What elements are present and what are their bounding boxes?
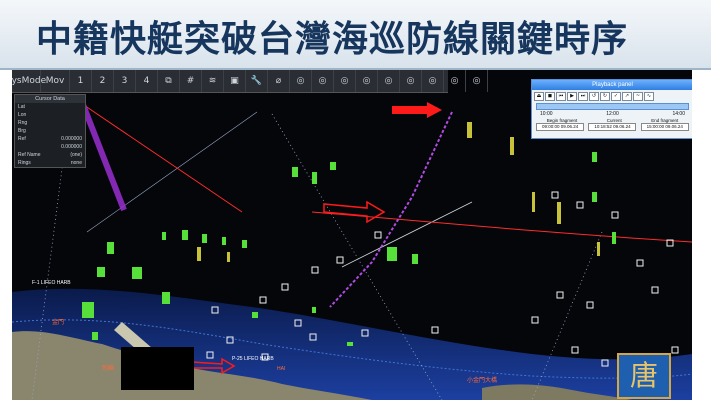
map-label: 金門 — [52, 318, 64, 326]
layer-2-button[interactable]: 2 — [92, 70, 114, 92]
fragment-time-field[interactable]: 15:00:00 09.06.24 — [640, 123, 689, 131]
radar-5-button[interactable]: ◎ — [378, 70, 400, 92]
cursor-panel-title: Cursor Data — [15, 95, 85, 103]
radar-screen: F-1 LIFEO HARB P-25 LIFEO HARB 金門 烈嶼 小金門… — [12, 70, 692, 400]
cursor-data-row: Ref Name (one) — [15, 151, 85, 159]
cursor-data-row: Rng — [15, 119, 85, 127]
playback-control-icon-7[interactable]: ✓ — [611, 92, 621, 101]
fragment-time-field[interactable]: 10:18:52 09.06.24 — [588, 123, 637, 131]
ntd-logo: 唐 — [617, 353, 671, 399]
radar-9-button[interactable]: ◎ — [466, 70, 488, 92]
timeline-tick: 12:00 — [606, 111, 619, 117]
timeline-ticks: 10:00 12:00 14:00 — [532, 111, 692, 117]
main-toolbar: SysModeMov1234⧉#≋▣🔧⌀◎◎◎◎◎◎◎◎◎ — [12, 70, 488, 93]
layer-4-button[interactable]: 4 — [136, 70, 158, 92]
measure-button[interactable]: ⌀ — [268, 70, 290, 92]
layer-1-button[interactable]: 1 — [70, 70, 92, 92]
title-banner: 中籍快艇突破台灣海巡防線關鍵時序 — [0, 0, 711, 70]
cursor-data-label: Rng — [18, 120, 28, 126]
cursor-data-panel: Cursor Data Lat Lon Rng Brg Ref 0.000000 0.000… — [14, 94, 86, 168]
cursor-data-row: Rings none — [15, 159, 85, 167]
cursor-data-value: 0.000000 — [61, 136, 82, 142]
logo-glyph: 唐 — [629, 359, 658, 392]
fragment-fields: 09:00:00 09.06.24 10:18:52 09.06.24 15:00:… — [532, 123, 692, 131]
playback-controls: ⏏ ◼ ⏮ ▶ ⏭ ↺ ↻ ✓ ↗ ~ ∿ — [532, 90, 692, 102]
map-label: 烈嶼 — [102, 364, 114, 372]
map-label: HAI — [277, 366, 285, 372]
wrench-button[interactable]: 🔧 — [246, 70, 268, 92]
cursor-data-value: 0.000000 — [61, 144, 82, 150]
playback-control-icon-3[interactable]: ▶ — [567, 92, 577, 101]
cursor-data-label: Ref Name — [18, 152, 41, 158]
playback-panel: Playback panel ⏏ ◼ ⏮ ▶ ⏭ ↺ ↻ ✓ ↗ ~ ∿ 10:00 12:00 14:… — [531, 79, 692, 139]
playback-control-icon-4[interactable]: ⏭ — [578, 92, 588, 101]
radar-8-button[interactable]: ◎ — [444, 70, 466, 92]
playback-control-icon-5[interactable]: ↺ — [589, 92, 599, 101]
screen-button[interactable]: ▣ — [224, 70, 246, 92]
radar-6-button[interactable]: ◎ — [400, 70, 422, 92]
playback-control-icon-8[interactable]: ↗ — [622, 92, 632, 101]
playback-control-icon-1[interactable]: ◼ — [545, 92, 555, 101]
radar-1-button[interactable]: ◎ — [290, 70, 312, 92]
playback-control-icon-10[interactable]: ∿ — [644, 92, 654, 101]
radar-2-button[interactable]: ◎ — [312, 70, 334, 92]
banner-title: 中籍快艇突破台灣海巡防線關鍵時序 — [36, 19, 629, 60]
cursor-data-row: Lat — [15, 103, 85, 111]
map-label: F-1 LIFEO HARB — [32, 280, 71, 286]
sysmode-button[interactable]: SysMode — [12, 70, 46, 92]
playback-control-icon-6[interactable]: ↻ — [600, 92, 610, 101]
cursor-data-row: Lon — [15, 111, 85, 119]
cursor-data-value: (one) — [70, 152, 82, 158]
cursor-data-row: Brg — [15, 127, 85, 135]
window-button[interactable]: ⧉ — [158, 70, 180, 92]
map-label: 小金門大橋 — [467, 376, 497, 384]
playback-control-icon-0[interactable]: ⏏ — [534, 92, 544, 101]
cursor-data-label: Brg — [18, 128, 26, 134]
cursor-data-label: Rings — [18, 160, 31, 166]
timeline-tick: 10:00 — [540, 111, 553, 117]
playback-panel-title: Playback panel — [532, 80, 692, 90]
cursor-data-row: Ref 0.000000 — [15, 135, 85, 143]
signal-button[interactable]: ≋ — [202, 70, 224, 92]
playback-control-icon-9[interactable]: ~ — [633, 92, 643, 101]
timeline-tick: 14:00 — [672, 111, 685, 117]
redacted-box — [121, 347, 194, 390]
timeline-bar[interactable] — [536, 103, 689, 110]
radar-7-button[interactable]: ◎ — [422, 70, 444, 92]
cursor-data-value: none — [70, 160, 82, 166]
cursor-data-label: Lon — [18, 112, 27, 118]
mov-button[interactable]: Mov — [41, 70, 70, 92]
layer-3-button[interactable]: 3 — [114, 70, 136, 92]
playback-control-icon-2[interactable]: ⏮ — [556, 92, 566, 101]
radar-3-button[interactable]: ◎ — [334, 70, 356, 92]
radar-4-button[interactable]: ◎ — [356, 70, 378, 92]
fragment-time-field[interactable]: 09:00:00 09.06.24 — [536, 123, 585, 131]
cursor-data-label: Lat — [18, 104, 25, 110]
map-label: P-25 LIFEO HARB — [232, 356, 274, 362]
cursor-data-row: 0.000000 — [15, 143, 85, 151]
cursor-data-label: Ref — [18, 136, 26, 142]
grid-button[interactable]: # — [180, 70, 202, 92]
